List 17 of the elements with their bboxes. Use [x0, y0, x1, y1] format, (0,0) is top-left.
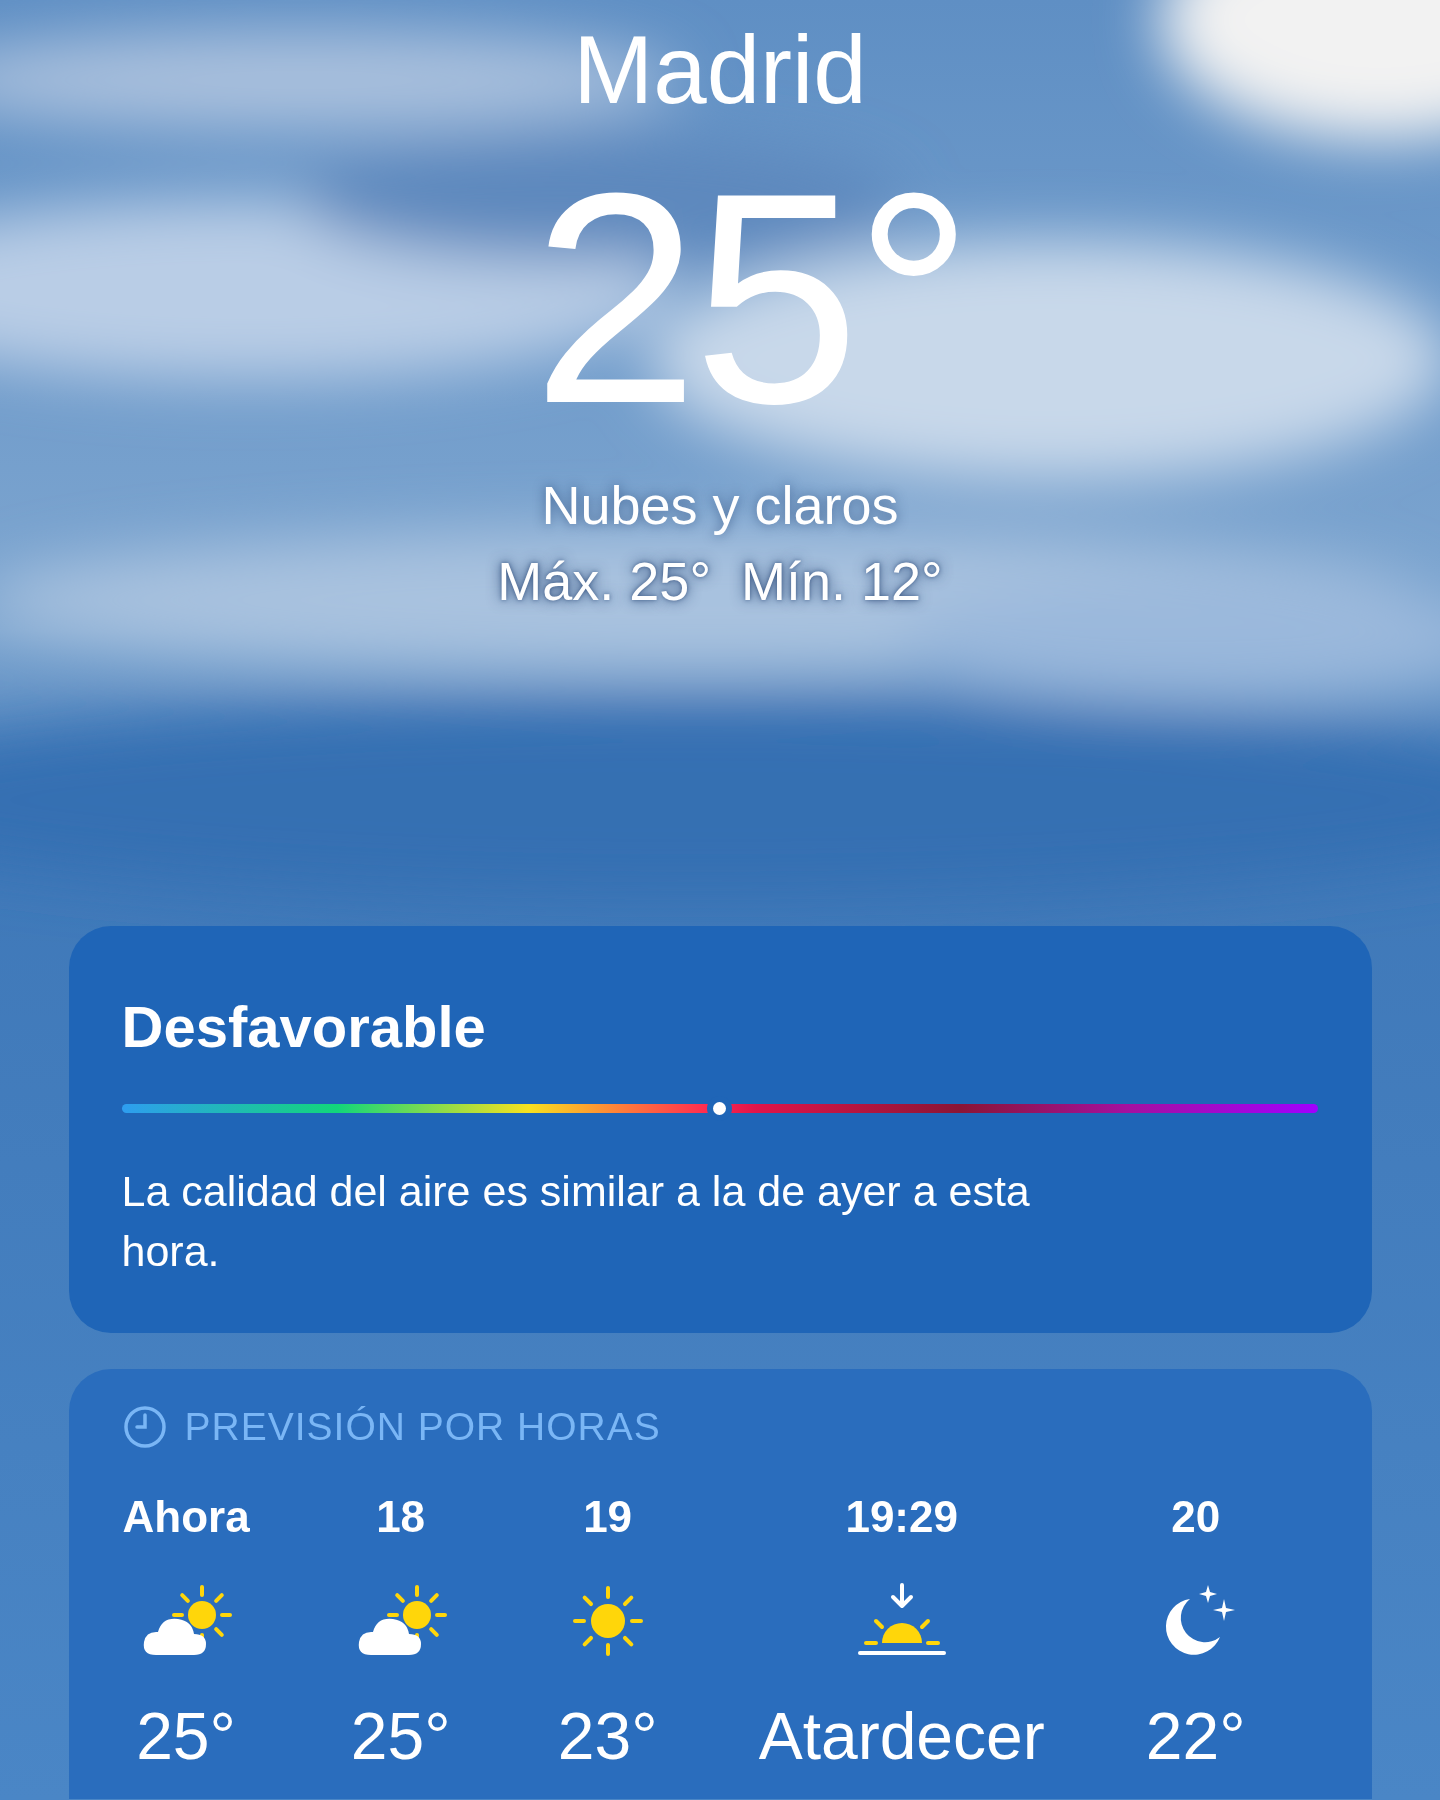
hour-temperature: 25° [350, 1703, 451, 1769]
hour-temperature: 25° [136, 1703, 236, 1769]
hour-label: 18 [376, 1495, 426, 1539]
hour-temperature: 23° [557, 1703, 658, 1769]
hour-label: 20 [1171, 1495, 1221, 1539]
hour-temperature: Atardecer [758, 1703, 1045, 1769]
hour-label: 19 [583, 1495, 633, 1539]
high-low-temperature: Máx. 25° Mín. 12° [497, 554, 943, 608]
city-name: Madrid [573, 22, 867, 118]
hour-label: 19:29 [845, 1495, 958, 1539]
current-temperature: 25° [531, 148, 968, 448]
air-quality-category: Desfavorable [121, 998, 487, 1056]
hour-label: Ahora [122, 1495, 250, 1539]
hour-temperature: 22° [1145, 1703, 1246, 1769]
air-quality-description: La calidad del aire es similar a la de ayer a esta hora. [121, 1166, 1031, 1277]
clock-icon [122, 1405, 167, 1449]
section-title: PREVISIÓN POR HORAS [184, 1405, 661, 1449]
